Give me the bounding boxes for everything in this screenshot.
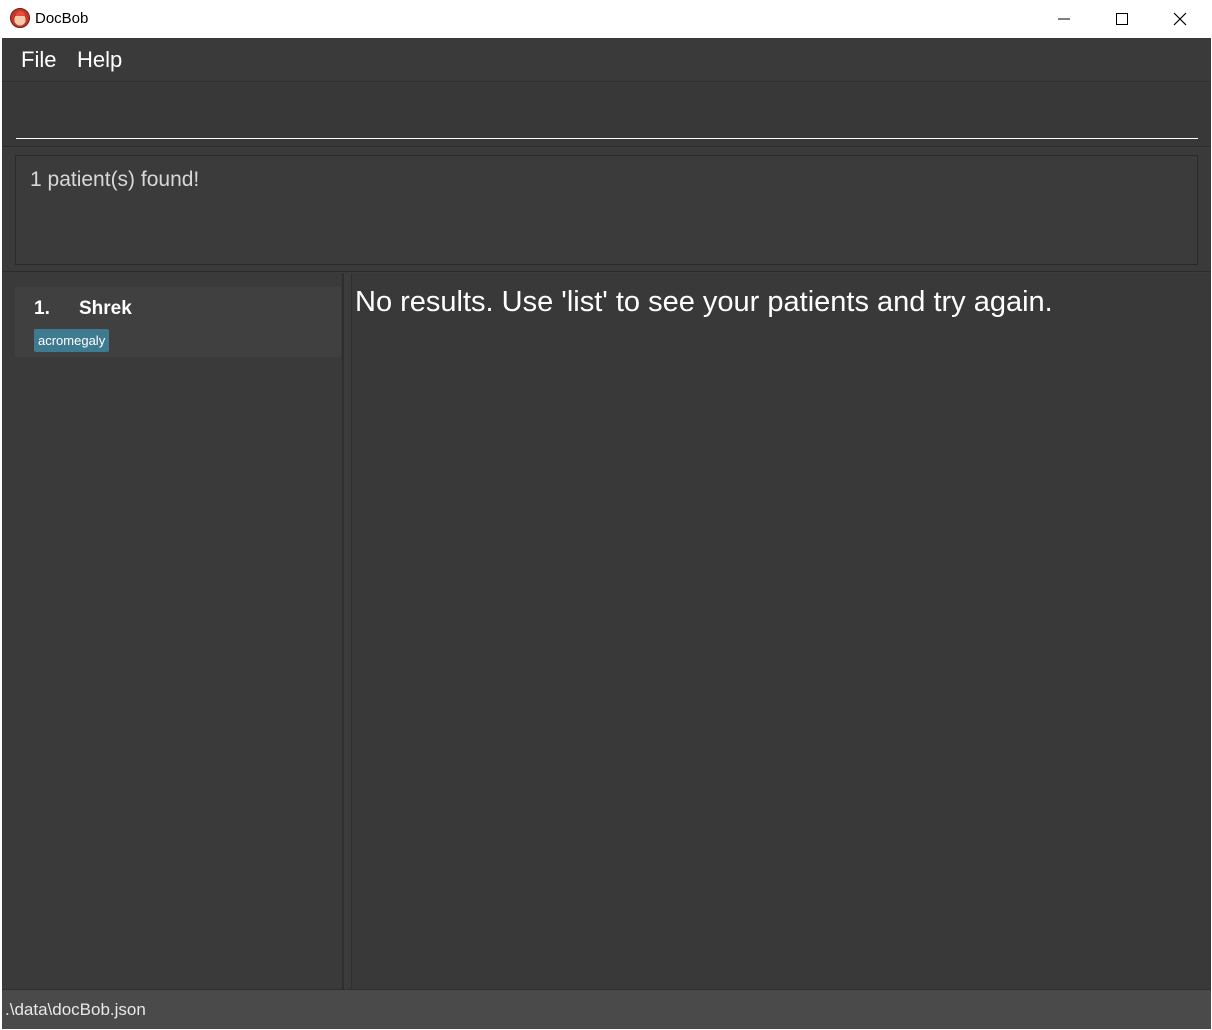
app-logo-icon bbox=[10, 8, 30, 28]
patient-details-panel: No results. Use 'list' to see your patie… bbox=[352, 273, 1211, 989]
patient-card[interactable]: 1. Shrek acromegaly bbox=[15, 287, 341, 357]
command-box bbox=[2, 83, 1211, 147]
menu-file[interactable]: File bbox=[17, 47, 60, 73]
main-split-pane: 1. Shrek acromegaly No results. Use 'lis… bbox=[2, 273, 1211, 989]
window-title: DocBob bbox=[35, 10, 89, 27]
no-results-message: No results. Use 'list' to see your patie… bbox=[355, 286, 1053, 318]
close-button[interactable] bbox=[1151, 0, 1209, 38]
save-location-path: .\data\docBob.json bbox=[5, 1000, 146, 1019]
command-input[interactable] bbox=[16, 93, 1198, 139]
minimize-button[interactable] bbox=[1035, 0, 1093, 38]
result-message: 1 patient(s) found! bbox=[30, 168, 200, 191]
patient-index: 1. bbox=[34, 298, 50, 319]
patient-name: Shrek bbox=[79, 298, 132, 319]
patient-list-panel: 1. Shrek acromegaly bbox=[2, 273, 343, 989]
title-bar: DocBob bbox=[0, 0, 1212, 38]
minimize-icon bbox=[1058, 18, 1070, 20]
maximize-button[interactable] bbox=[1093, 0, 1151, 38]
split-divider[interactable] bbox=[343, 273, 352, 989]
result-display: 1 patient(s) found! bbox=[15, 155, 1198, 265]
patient-tag: acromegaly bbox=[34, 329, 110, 352]
app-window: File Help 1 patient(s) found! 1. Shrek a… bbox=[2, 38, 1211, 1029]
status-bar: .\data\docBob.json bbox=[2, 989, 1211, 1029]
menu-bar: File Help bbox=[2, 38, 1211, 82]
maximize-icon bbox=[1116, 13, 1128, 25]
menu-help[interactable]: Help bbox=[73, 47, 126, 73]
result-display-area: 1 patient(s) found! bbox=[2, 148, 1211, 272]
close-icon bbox=[1173, 12, 1187, 26]
